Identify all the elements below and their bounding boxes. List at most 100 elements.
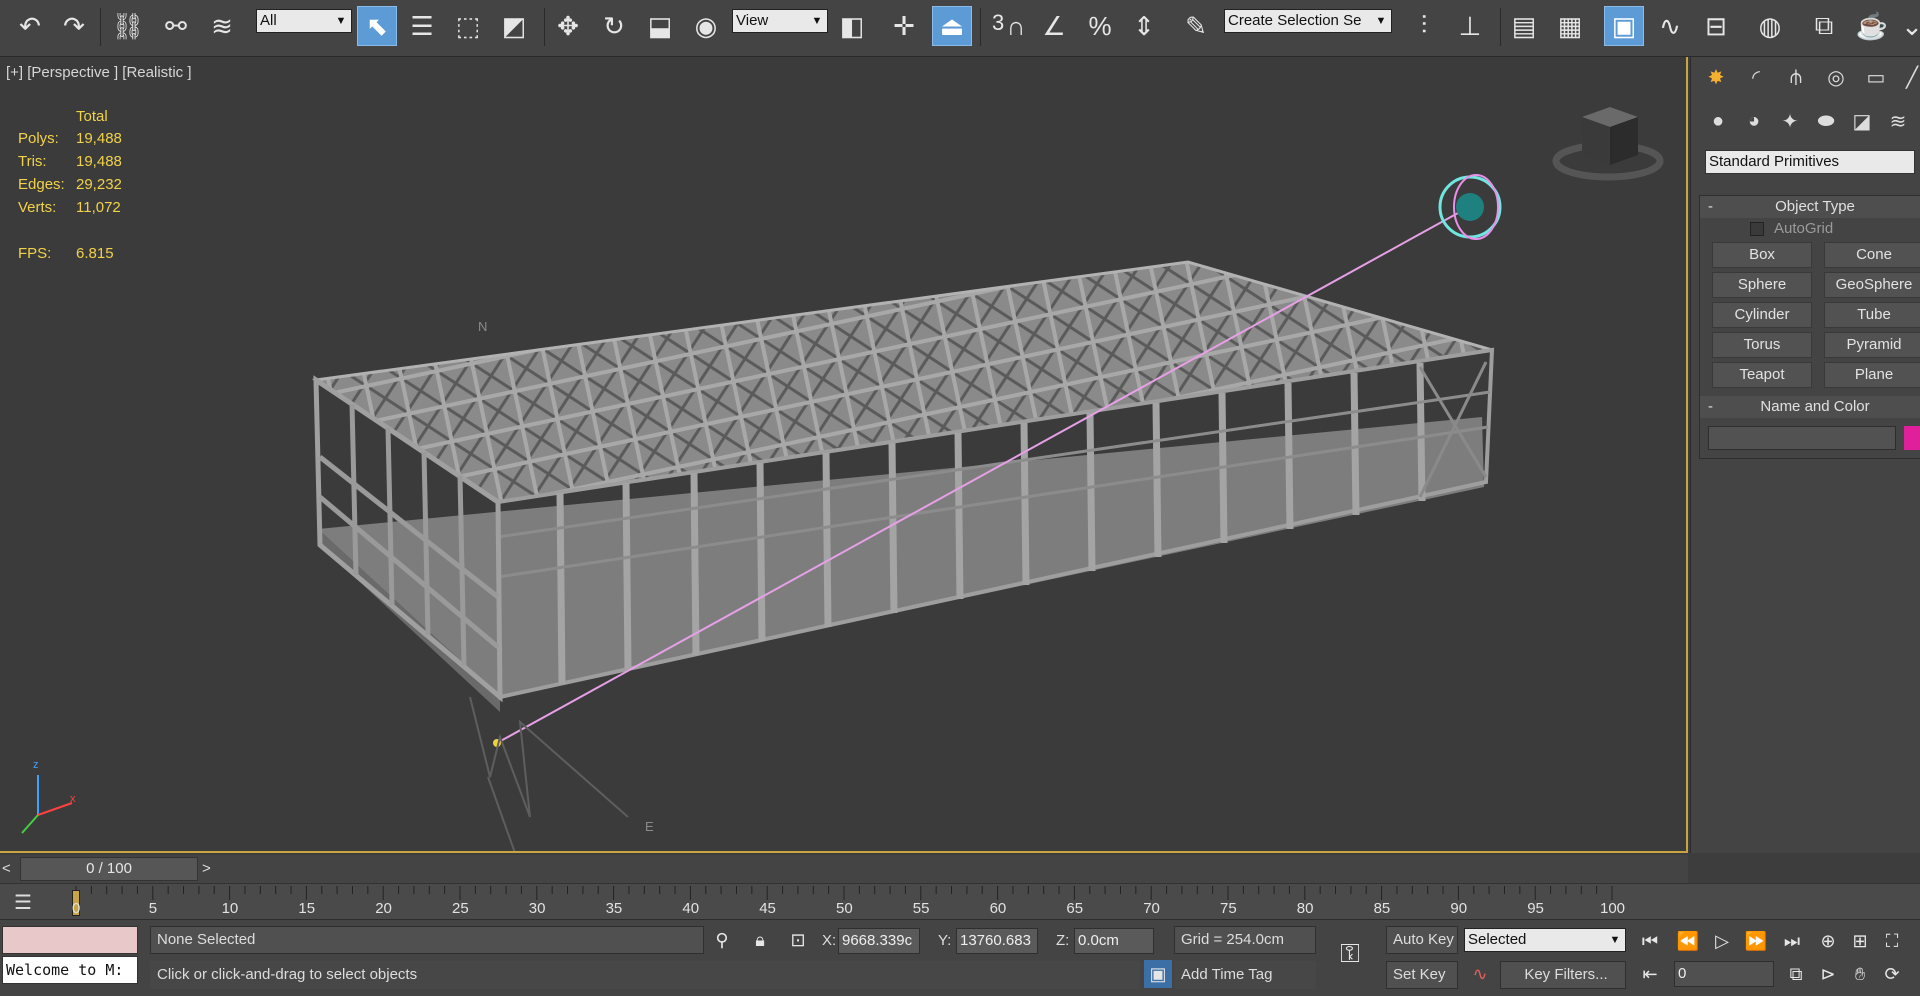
undo-icon[interactable]: ↶ <box>10 6 50 46</box>
object-name-field[interactable] <box>1708 426 1896 450</box>
scene-explorer-icon[interactable]: ▣ <box>1604 6 1644 46</box>
cylinder-button[interactable]: Cylinder <box>1712 302 1812 328</box>
display-tab-icon[interactable]: ▭ <box>1859 61 1893 93</box>
render-frame-icon[interactable]: ☕ <box>1852 6 1892 46</box>
spinner-snap-icon[interactable]: ⇕ <box>1124 6 1164 46</box>
schematic-view-icon[interactable]: ⊟ <box>1696 6 1736 46</box>
mirror-icon[interactable]: ⫶ <box>1404 6 1444 46</box>
orbit-icon[interactable]: ⟳ <box>1878 960 1906 988</box>
keyboard-shortcut-override-icon[interactable]: ⏏ <box>932 6 972 46</box>
field-of-view-icon[interactable]: ⊳ <box>1814 960 1842 988</box>
select-by-name-icon[interactable]: ☰ <box>402 6 442 46</box>
select-manipulate-icon[interactable]: ✛ <box>884 6 924 46</box>
object-color-swatch[interactable] <box>1904 426 1920 450</box>
current-frame-field[interactable]: 0 <box>1674 961 1774 987</box>
rectangular-selection-icon[interactable]: ⬚ <box>448 6 488 46</box>
unlink-icon[interactable]: ⚯ <box>156 6 196 46</box>
perspective-viewport[interactable]: [+] [Perspective ] [Realistic ] Total Po… <box>0 57 1688 853</box>
tube-button[interactable]: Tube <box>1824 302 1920 328</box>
edit-named-selection-icon[interactable]: ✎ <box>1176 6 1216 46</box>
key-filters-button[interactable]: Key Filters... <box>1500 961 1626 989</box>
y-coordinate-field[interactable]: 13760.683 <box>956 928 1038 954</box>
scale-icon[interactable]: ⬓ <box>640 6 680 46</box>
time-tag-icon[interactable]: ▣ <box>1144 960 1172 988</box>
maxscript-listener-top[interactable] <box>2 926 138 954</box>
modify-tab-icon[interactable]: ◜ <box>1739 61 1773 93</box>
go-to-start-icon[interactable]: ⏮ <box>1636 927 1664 955</box>
render-setup-icon[interactable]: ⧉ <box>1804 6 1844 46</box>
absolute-mode-icon[interactable]: ⊡ <box>784 926 812 954</box>
skylight-gizmo <box>1438 174 1502 240</box>
toggle-ribbon-icon[interactable]: ▦ <box>1550 6 1590 46</box>
pivot-center-icon[interactable]: ◧ <box>832 6 872 46</box>
previous-key-icon[interactable]: ⏪ <box>1674 927 1702 955</box>
maxscript-listener-bottom[interactable]: Welcome to M: <box>2 956 138 984</box>
hierarchy-tab-icon[interactable]: ⫛ <box>1779 61 1813 93</box>
name-and-color-header[interactable]: - Name and Color <box>1700 396 1920 418</box>
isolate-selection-icon[interactable]: ⚲ <box>708 926 736 954</box>
shapes-category-icon[interactable]: ◕ <box>1737 105 1771 137</box>
autogrid-checkbox[interactable] <box>1750 222 1764 236</box>
select-object-icon[interactable]: ⬉ <box>357 6 397 46</box>
window-crossing-icon[interactable]: ◩ <box>494 6 534 46</box>
motion-tab-icon[interactable]: ◎ <box>1819 61 1853 93</box>
rotate-icon[interactable]: ↻ <box>594 6 634 46</box>
play-icon[interactable]: ▷ <box>1708 927 1736 955</box>
snaps-toggle-icon[interactable]: ∩ <box>996 6 1036 46</box>
plane-button[interactable]: Plane <box>1824 362 1920 388</box>
angle-snap-icon[interactable]: ∠ <box>1034 6 1074 46</box>
utilities-tab-icon[interactable]: ╱ <box>1895 61 1920 93</box>
helpers-category-icon[interactable]: ◪ <box>1845 105 1879 137</box>
z-coordinate-field[interactable]: 0.0cm <box>1074 928 1154 954</box>
torus-button[interactable]: Torus <box>1712 332 1812 358</box>
chevron-down-icon[interactable]: ⌄ <box>1892 6 1920 46</box>
box-button[interactable]: Box <box>1712 242 1812 268</box>
zoom-icon[interactable]: ⊕ <box>1814 927 1842 955</box>
lights-category-icon[interactable]: ✦ <box>1773 105 1807 137</box>
object-category-dropdown[interactable]: Standard Primitives <box>1705 150 1915 174</box>
key-curve-icon[interactable]: ∿ <box>1466 960 1494 988</box>
time-slider-thumb[interactable]: 0 / 100 <box>20 857 198 881</box>
named-selection-dropdown[interactable]: Create Selection Se ▼ <box>1224 9 1392 33</box>
geometry-category-icon[interactable]: ● <box>1701 105 1735 137</box>
bind-space-warp-icon[interactable]: ≋ <box>202 6 242 46</box>
go-to-end-icon[interactable]: ⏭ <box>1778 927 1806 955</box>
next-key-icon[interactable]: ⏩ <box>1742 927 1770 955</box>
sphere-button[interactable]: Sphere <box>1712 272 1812 298</box>
geosphere-button[interactable]: GeoSphere <box>1824 272 1920 298</box>
track-bar[interactable]: ☰ 0 5 10 15 20 25 30 35 40 45 50 55 60 65 70 75 80 85 90 95… <box>0 883 1920 919</box>
key-mode-dropdown[interactable]: Selected ▼ <box>1464 928 1626 952</box>
move-icon[interactable]: ✥ <box>548 6 588 46</box>
cone-button[interactable]: Cone <box>1824 242 1920 268</box>
reference-coordinate-dropdown[interactable]: View ▼ <box>732 9 828 33</box>
cameras-category-icon[interactable]: ⬬ <box>1809 105 1843 137</box>
place-icon[interactable]: ◉ <box>686 6 726 46</box>
set-key-button[interactable]: Set Key <box>1386 961 1458 989</box>
space-warps-category-icon[interactable]: ≋ <box>1881 105 1915 137</box>
material-editor-icon[interactable]: ◍ <box>1750 6 1790 46</box>
x-coordinate-field[interactable]: 9668.339c <box>838 928 920 954</box>
percent-snap-icon[interactable]: % <box>1080 6 1120 46</box>
auto-key-button[interactable]: Auto Key <box>1386 926 1458 954</box>
align-icon[interactable]: ⊥ <box>1450 6 1490 46</box>
selection-filter-dropdown[interactable]: All ▼ <box>256 9 352 33</box>
create-tab-icon[interactable]: ✸ <box>1699 61 1733 93</box>
key-mode-toggle-icon[interactable]: ⇤ <box>1636 960 1664 988</box>
previous-frame-button[interactable]: < <box>2 857 20 881</box>
teapot-button[interactable]: Teapot <box>1712 362 1812 388</box>
curve-editor-icon[interactable]: ∿ <box>1650 6 1690 46</box>
next-frame-button[interactable]: > <box>202 857 220 881</box>
redo-icon[interactable]: ↷ <box>54 6 94 46</box>
maximize-viewport-icon[interactable]: ⛶ <box>1878 927 1906 955</box>
object-type-header[interactable]: - Object Type <box>1700 196 1920 218</box>
add-time-tag-button[interactable]: Add Time Tag <box>1174 961 1316 989</box>
pan-icon[interactable]: ✋︎ <box>1846 960 1874 988</box>
time-slider[interactable]: < 0 / 100 > <box>0 855 1688 883</box>
set-key-mode-icon[interactable]: ⚿ <box>1336 938 1364 968</box>
layer-explorer-icon[interactable]: ▤ <box>1504 6 1544 46</box>
zoom-extents-all-icon[interactable]: ⊞ <box>1846 927 1874 955</box>
selection-lock-icon[interactable]: 🔒︎ <box>746 926 774 954</box>
pyramid-button[interactable]: Pyramid <box>1824 332 1920 358</box>
link-icon[interactable]: ⛓ <box>108 6 148 46</box>
time-configuration-icon[interactable]: ⧉ <box>1782 960 1810 988</box>
